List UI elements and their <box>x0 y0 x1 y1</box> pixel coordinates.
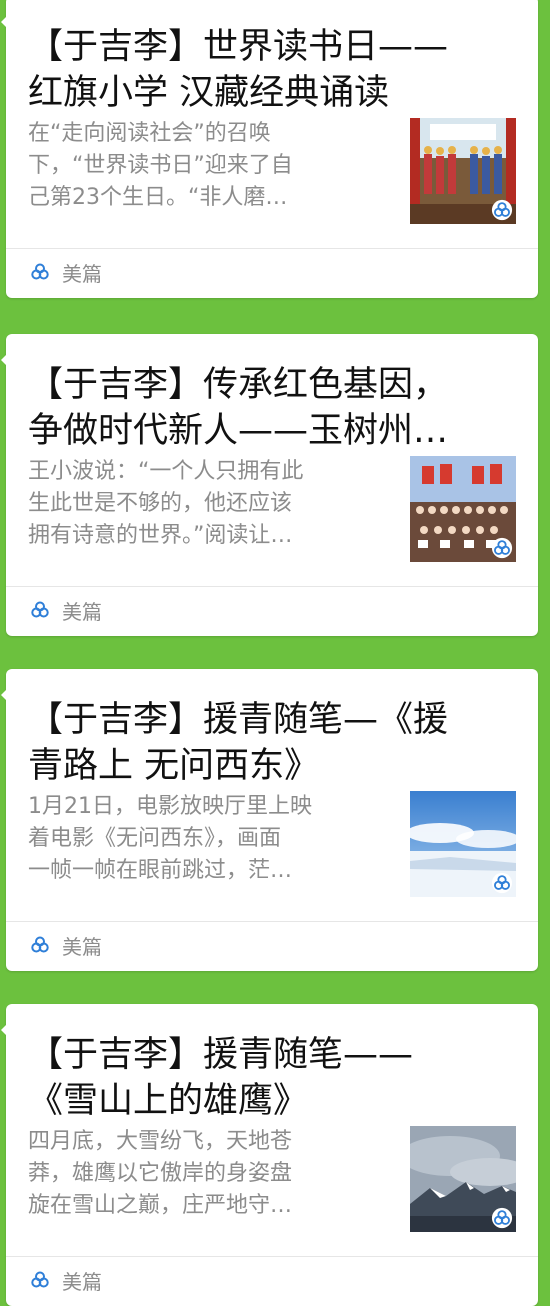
source-row[interactable]: 美篇 <box>28 594 102 626</box>
source-row[interactable]: 美篇 <box>28 256 102 288</box>
article-thumbnail <box>410 118 516 224</box>
article-title: 【于吉李】世界读书日—— 红旗小学 汉藏经典诵读 <box>28 27 449 113</box>
article-thumbnail <box>410 1126 516 1232</box>
article-title: 【于吉李】援青随笔—— 《雪山上的雄鹰》 <box>28 1035 414 1121</box>
meipian-logo-icon <box>31 263 49 280</box>
article-title: 【于吉李】援青随笔—《援 青路上 无问西东》 <box>28 700 449 786</box>
meipian-logo-icon <box>491 537 513 559</box>
meipian-logo-icon <box>31 1271 49 1288</box>
source-label: 美篇 <box>62 599 102 624</box>
meipian-logo-icon <box>491 872 513 894</box>
article-card[interactable]: 【于吉李】援青随笔—— 《雪山上的雄鹰》 四月底，大雪纷飞，天地苍 莽，雄鹰以它… <box>1 1004 538 1306</box>
article-summary: 四月底，大雪纷飞，天地苍 莽，雄鹰以它傲岸的身姿盘 旋在雪山之巅，庄严地守… <box>28 1129 293 1218</box>
meipian-logo-icon <box>31 936 49 953</box>
source-label: 美篇 <box>62 934 102 959</box>
divider <box>6 248 538 249</box>
source-label: 美篇 <box>62 261 102 286</box>
article-card[interactable]: 【于吉李】传承红色基因， 争做时代新人——玉树州… 王小波说：“一个人只拥有此 … <box>1 334 538 636</box>
article-title: 【于吉李】传承红色基因， 争做时代新人——玉树州… <box>28 365 449 451</box>
article-summary: 1月21日，电影放映厅里上映 着电影《无问西东》，画面 一帧一帧在眼前跳过，茫… <box>28 794 312 883</box>
meipian-logo-icon <box>491 199 513 221</box>
divider <box>6 1256 538 1257</box>
article-thumbnail <box>410 791 516 897</box>
article-summary: 在“走向阅读社会”的召唤 下，“世界读书日”迎来了自 己第23个生日。“非人磨… <box>28 121 293 210</box>
source-label: 美篇 <box>62 1269 102 1294</box>
article-thumbnail <box>410 456 516 562</box>
article-summary: 王小波说：“一个人只拥有此 生此世是不够的，他还应该 拥有诗意的世界。”阅读让… <box>28 459 304 548</box>
meipian-logo-icon <box>491 1207 513 1229</box>
divider <box>6 921 538 922</box>
article-card[interactable]: 【于吉李】援青随笔—《援 青路上 无问西东》 1月21日，电影放映厅里上映 着电… <box>1 669 538 971</box>
meipian-logo-icon <box>31 601 49 618</box>
source-row[interactable]: 美篇 <box>28 929 102 961</box>
source-row[interactable]: 美篇 <box>28 1264 102 1296</box>
divider <box>6 586 538 587</box>
article-card[interactable]: 【于吉李】世界读书日—— 红旗小学 汉藏经典诵读 在“走向阅读社会”的召唤 下，… <box>1 0 538 298</box>
